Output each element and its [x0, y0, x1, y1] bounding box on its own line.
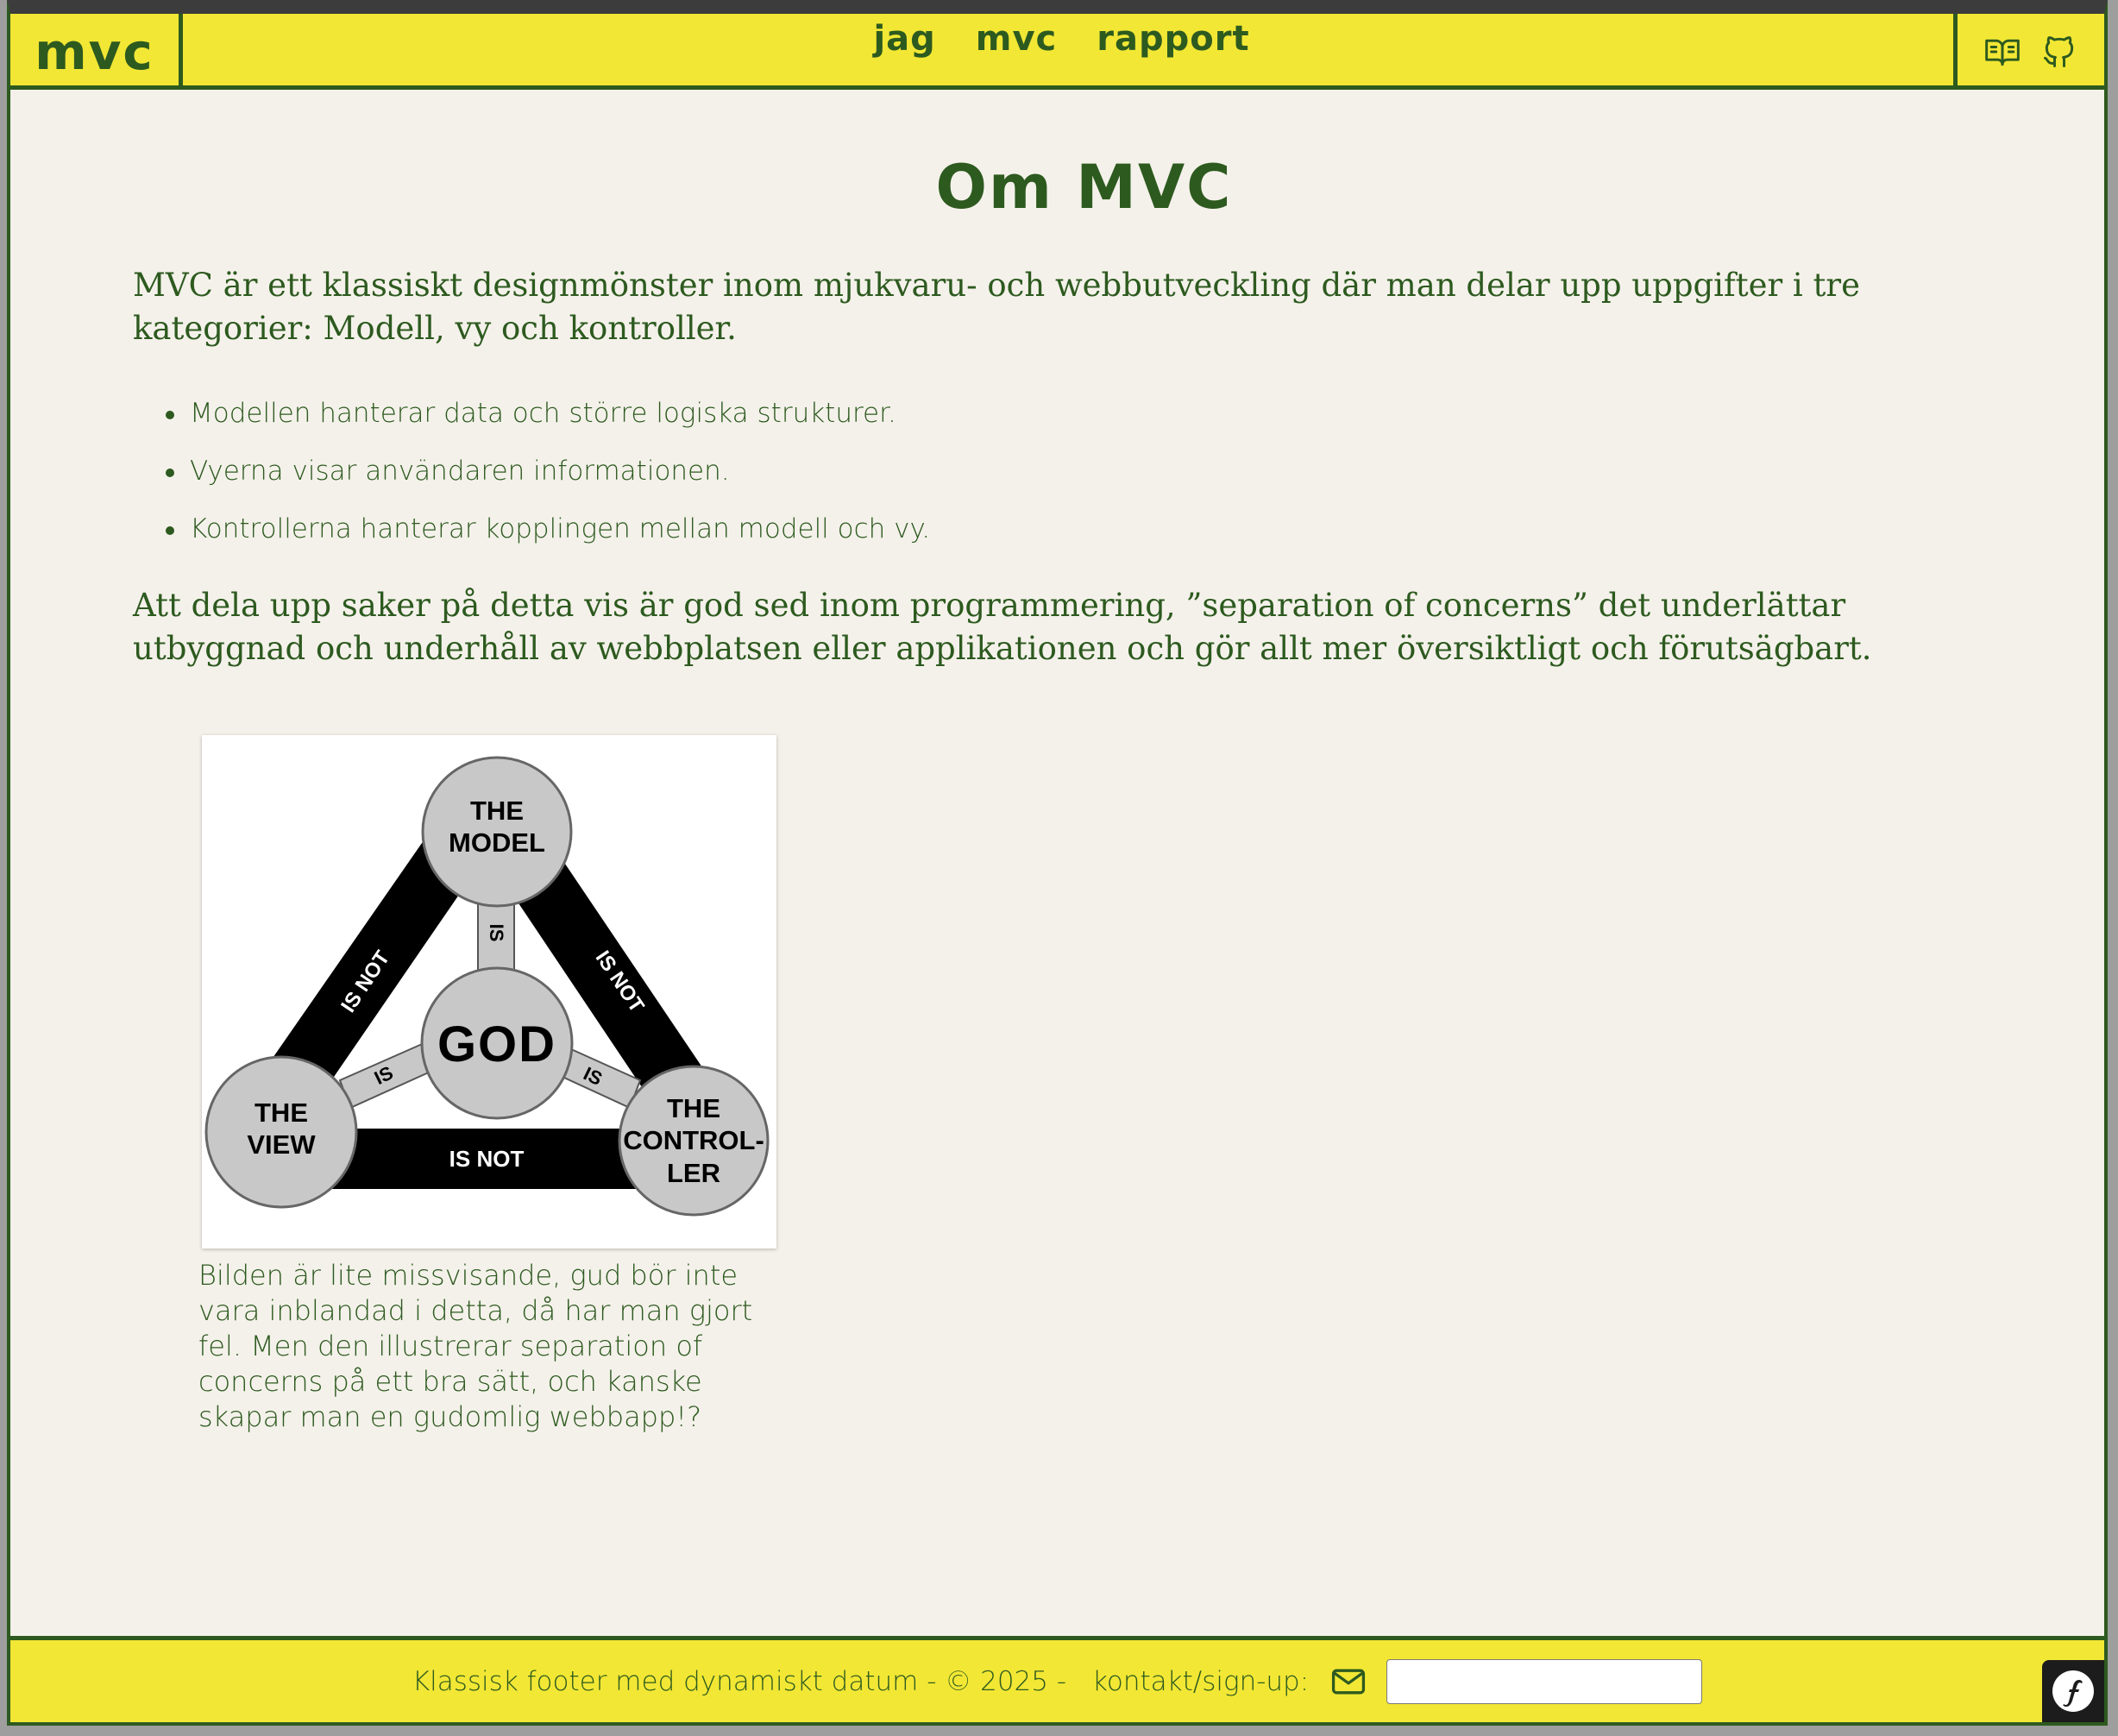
main-content: Om MVC MVC är ett klassiskt designmönste…: [133, 152, 1996, 670]
list-item: Modellen hanterar data och större logisk…: [166, 385, 1996, 443]
connector-model-god-label: IS: [486, 924, 507, 942]
footer-contact-label: kontakt/sign-up:: [1092, 1665, 1310, 1697]
browser-viewport: mvc jag mvc rapport Om MVC MVC är ett kl…: [7, 0, 2108, 1726]
node-model-label-line2: MODEL: [449, 827, 545, 858]
node-god-label: GOD: [437, 1016, 556, 1072]
book-icon[interactable]: [1983, 33, 2021, 71]
mvc-triangle-diagram: THE MODEL GOD THE VIEW THE CONTROL- LER …: [204, 756, 770, 1217]
node-controller-label-line2: CONTROL-: [623, 1125, 764, 1155]
node-view-label-line1: THE: [255, 1098, 308, 1128]
node-model-label-line1: THE: [470, 796, 524, 826]
main-nav: jag mvc rapport: [10, 19, 2104, 59]
node-controller-label-line1: THE: [667, 1093, 720, 1123]
list-item: Kontrollerna hanterar kopplingen mellan …: [166, 500, 1996, 558]
site-header: mvc jag mvc rapport: [10, 14, 2104, 90]
header-tools: [1953, 14, 2104, 90]
symfony-icon: [2052, 1670, 2094, 1712]
nav-link-rapport[interactable]: rapport: [1097, 19, 1249, 59]
outro-paragraph: Att dela upp saker på detta vis är god s…: [133, 587, 1872, 667]
nav-link-mvc[interactable]: mvc: [976, 19, 1057, 59]
list-item: Vyerna visar användaren informationen.: [166, 443, 1996, 500]
edge-view-controller-label: IS NOT: [449, 1146, 525, 1172]
node-controller-label-line3: LER: [667, 1158, 720, 1188]
symfony-debug-toolbar-toggle[interactable]: [2042, 1660, 2104, 1722]
nav-link-jag[interactable]: jag: [873, 19, 935, 59]
mvc-bullet-list: Modellen hanterar data och större logisk…: [166, 385, 1996, 558]
intro-paragraph: MVC är ett klassiskt designmönster inom …: [133, 267, 1860, 347]
site-footer: Klassisk footer med dynamiskt datum - © …: [10, 1636, 2104, 1722]
mail-icon[interactable]: [1329, 1663, 1367, 1701]
node-view-label-line2: VIEW: [247, 1129, 316, 1160]
signup-email-input[interactable]: [1386, 1658, 1703, 1704]
page-title: Om MVC: [935, 152, 1233, 223]
github-icon[interactable]: [2040, 33, 2078, 71]
figure-caption: Bilden är lite missvisande, gud bör inte…: [198, 1259, 753, 1433]
footer-text: Klassisk footer med dynamiskt datum - © …: [412, 1665, 1067, 1697]
mvc-diagram-image: THE MODEL GOD THE VIEW THE CONTROL- LER …: [202, 735, 776, 1249]
